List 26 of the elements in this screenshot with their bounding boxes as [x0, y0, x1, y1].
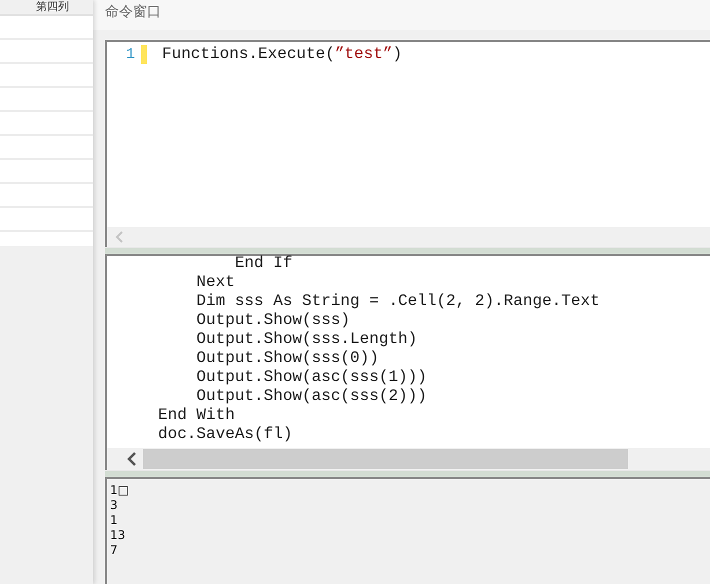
output-line: 7: [110, 543, 118, 558]
code-editor[interactable]: End If Next Dim sss As String = .Cell(2, 2).Range.Text Output.Show(sss) Output.Show(sss.Length) Output.Show(sss(0)) Output.Show(asc(sss(1))) Output.Show(asc(sss(2))) End With doc.SaveAs(fl): [105, 254, 710, 470]
window-title: 命令窗口: [93, 0, 710, 30]
code-line: Output.Show(sss.Length): [195, 330, 418, 349]
horizontal-scrollbar[interactable]: [107, 448, 710, 470]
code-line: Output.Show(sss(0)): [195, 349, 380, 368]
line-number: 1: [124, 45, 135, 65]
output-line: 1: [110, 513, 118, 528]
code-line: Output.Show(asc(sss(1))): [195, 368, 428, 387]
code-line: doc.SaveAs(fl): [158, 425, 294, 444]
scrollbar-thumb[interactable]: [143, 449, 628, 469]
scroll-left-icon[interactable]: [127, 452, 137, 466]
command-editor[interactable]: 1 Functions.Execute(”test”): [105, 40, 710, 247]
column-header: 第四列: [0, 0, 93, 16]
output-line: 13: [110, 528, 126, 543]
code-line: End If: [234, 254, 294, 273]
pane-splitter[interactable]: [105, 247, 710, 254]
code-line: Output.Show(asc(sss(2))): [195, 387, 428, 406]
code-line: Output.Show(sss): [195, 311, 352, 330]
code-line: Functions.Execute(”test”): [162, 45, 402, 65]
code-line: End With: [158, 406, 236, 425]
output-line: 3: [110, 498, 118, 513]
output-line: 1□: [110, 483, 129, 498]
code-line: Next: [195, 273, 236, 292]
code-line: Dim sss As String = .Cell(2, 2).Range.Text: [195, 292, 601, 311]
horizontal-scrollbar[interactable]: [107, 227, 710, 247]
